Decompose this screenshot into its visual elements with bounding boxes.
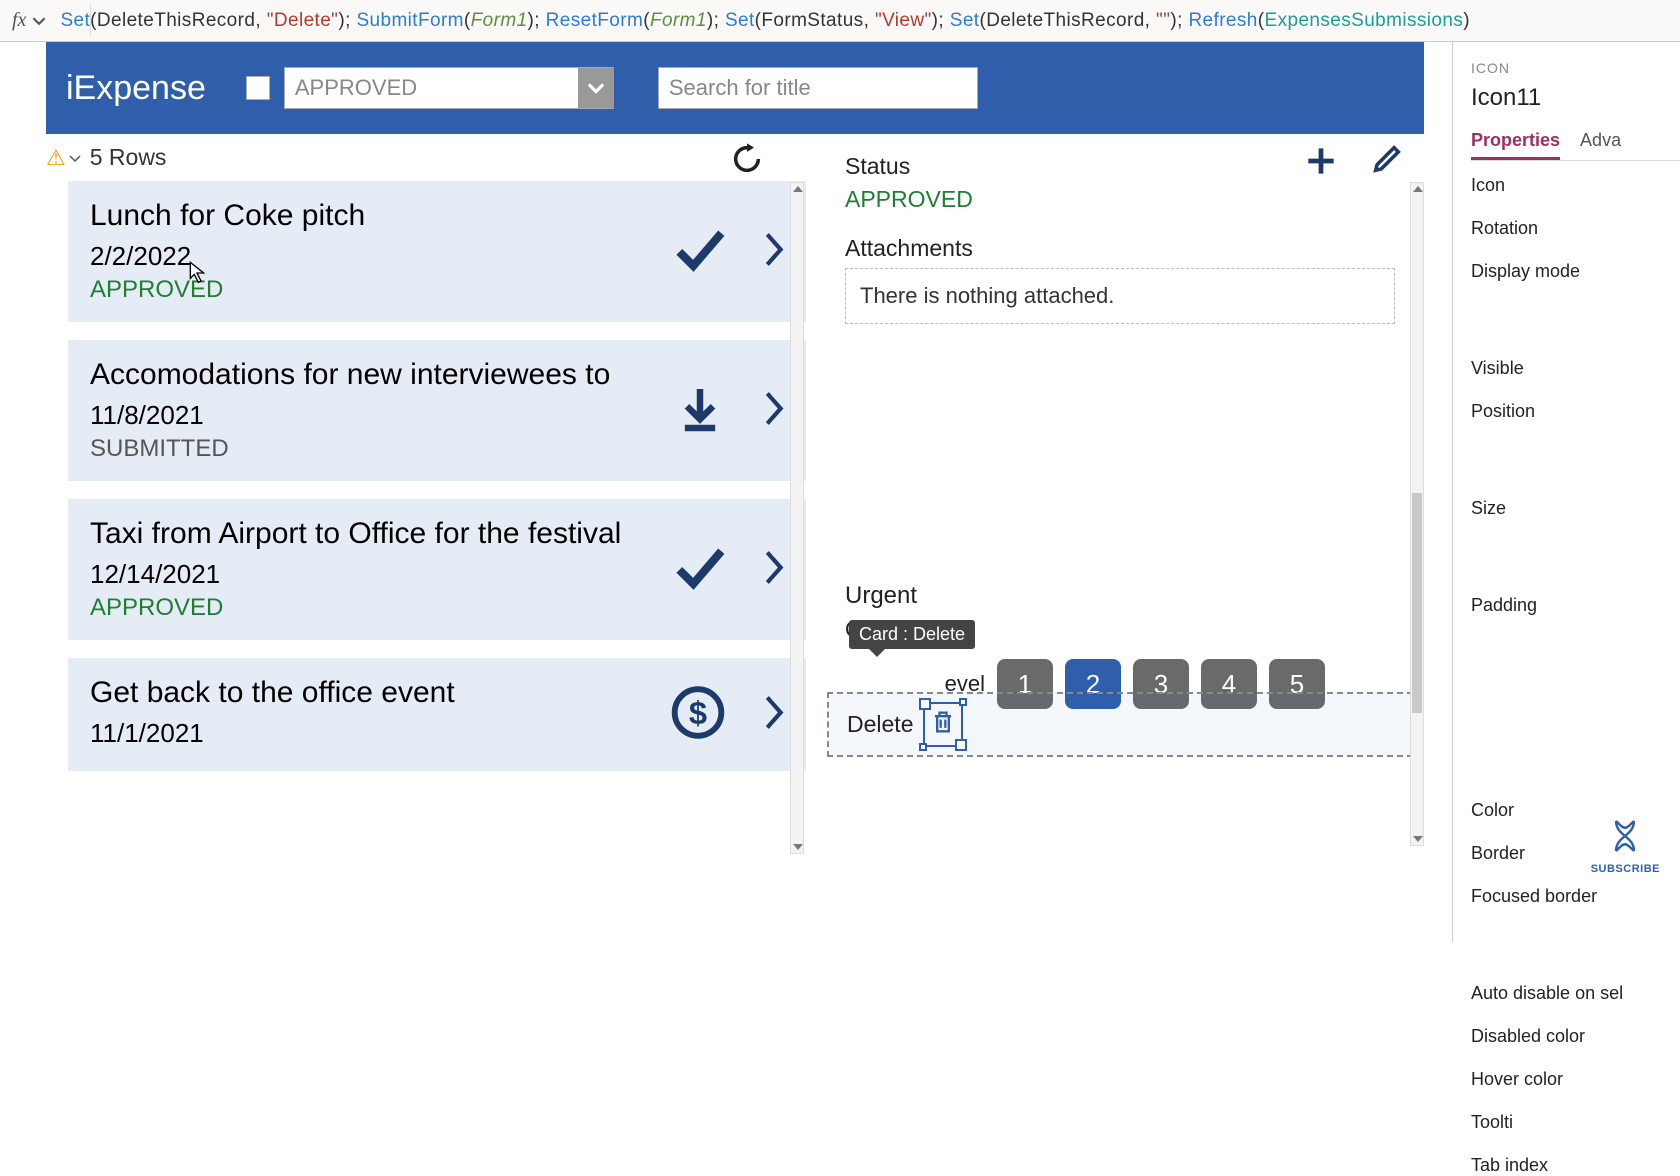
property-icon[interactable]: Icon xyxy=(1471,175,1680,196)
tooltip: Card : Delete xyxy=(849,620,975,649)
list-item[interactable]: Taxi from Airport to Office for the fest… xyxy=(68,499,806,640)
panel-section-label: ICON xyxy=(1471,60,1680,76)
property-visible[interactable]: Visible xyxy=(1471,358,1680,379)
chevron-down-icon[interactable] xyxy=(578,68,614,108)
attachments-box[interactable]: There is nothing attached. xyxy=(845,268,1395,324)
gallery-column: ⚠ 5 Rows Lunch for Coke pitch 2/2/2022 A… xyxy=(46,134,806,854)
property-list: Icon Rotation Display mode Visible Position S… xyxy=(1471,175,1680,1176)
list-item[interactable]: Get back to the office event 11/1/2021 $ xyxy=(68,658,806,771)
app-header: iExpense APPROVED Search for title xyxy=(46,42,1424,134)
property-size[interactable]: Size xyxy=(1471,498,1680,519)
fx-dropdown-icon[interactable] xyxy=(32,14,46,28)
dollar-icon[interactable]: $ xyxy=(670,684,726,745)
tab-properties[interactable]: Properties xyxy=(1471,130,1560,160)
warning-icon: ⚠ xyxy=(46,145,66,171)
status-value: APPROVED xyxy=(845,186,1395,213)
rows-count: 5 Rows xyxy=(90,144,167,171)
app-title: iExpense xyxy=(66,69,206,108)
status-dropdown[interactable]: APPROVED xyxy=(284,67,614,109)
property-display-mode[interactable]: Display mode xyxy=(1471,261,1680,282)
cursor-icon xyxy=(188,261,206,285)
subscribe-text: SUBSCRIBE xyxy=(1591,863,1660,875)
gallery[interactable]: Lunch for Coke pitch 2/2/2022 APPROVED A… xyxy=(46,181,806,811)
property-disabled-color[interactable]: Disabled color xyxy=(1471,1026,1680,1047)
property-rotation[interactable]: Rotation xyxy=(1471,218,1680,239)
chevron-right-icon[interactable] xyxy=(762,692,786,737)
search-input[interactable]: Search for title xyxy=(658,67,978,109)
detail-form: Status APPROVED Attachments There is not… xyxy=(816,134,1424,764)
download-icon[interactable] xyxy=(674,382,726,439)
chevron-right-icon[interactable] xyxy=(762,388,786,433)
delete-card[interactable]: Delete xyxy=(827,692,1413,757)
filter-checkbox[interactable] xyxy=(246,76,270,100)
list-item[interactable]: Lunch for Coke pitch 2/2/2022 APPROVED xyxy=(68,181,806,322)
chevron-right-icon[interactable] xyxy=(762,229,786,274)
canvas: iExpense APPROVED Search for title ⚠ 5 R… xyxy=(46,42,1424,942)
subscribe-badge[interactable]: SUBSCRIBE xyxy=(1591,818,1660,875)
property-position[interactable]: Position xyxy=(1471,401,1680,422)
chevron-down-icon[interactable] xyxy=(68,152,82,166)
trash-icon[interactable] xyxy=(923,702,963,747)
fx-label: fx xyxy=(8,9,30,32)
status-label: Status xyxy=(845,153,1395,180)
property-auto-disable-on-sel[interactable]: Auto disable on sel xyxy=(1471,983,1680,1004)
search-placeholder: Search for title xyxy=(669,75,811,101)
chevron-right-icon[interactable] xyxy=(762,547,786,592)
property-hover-color[interactable]: Hover color xyxy=(1471,1069,1680,1090)
gallery-scrollbar[interactable] xyxy=(790,182,804,854)
check-icon[interactable] xyxy=(670,539,726,600)
dropdown-value: APPROVED xyxy=(295,75,417,101)
property-toolti[interactable]: Toolti xyxy=(1471,1112,1680,1133)
list-item[interactable]: Accomodations for new interviewees to 11… xyxy=(68,340,806,481)
attachments-label: Attachments xyxy=(845,235,1395,262)
formula-text[interactable]: Set(DeleteThisRecord, "Delete"); SubmitF… xyxy=(60,10,1470,32)
detail-scrollbar[interactable] xyxy=(1410,182,1424,846)
item-status: SUBMITTED xyxy=(90,435,784,463)
urgent-label: Urgent xyxy=(845,582,1395,610)
detail-column: Status APPROVED Attachments There is not… xyxy=(806,134,1424,854)
property-focused-border[interactable]: Focused border xyxy=(1471,886,1680,907)
properties-panel: ICON Icon11 Properties Adva Icon Rotation… xyxy=(1452,42,1680,942)
control-name: Icon11 xyxy=(1471,84,1680,112)
delete-label: Delete xyxy=(847,711,913,738)
formula-bar: fx Set(DeleteThisRecord, "Delete"); Subm… xyxy=(0,0,1680,42)
refresh-icon[interactable] xyxy=(730,142,764,181)
check-icon[interactable] xyxy=(670,221,726,282)
tab-advanced[interactable]: Adva xyxy=(1580,130,1621,160)
svg-text:$: $ xyxy=(689,694,707,731)
property-tab-index[interactable]: Tab index xyxy=(1471,1155,1680,1176)
property-padding[interactable]: Padding xyxy=(1471,595,1680,616)
